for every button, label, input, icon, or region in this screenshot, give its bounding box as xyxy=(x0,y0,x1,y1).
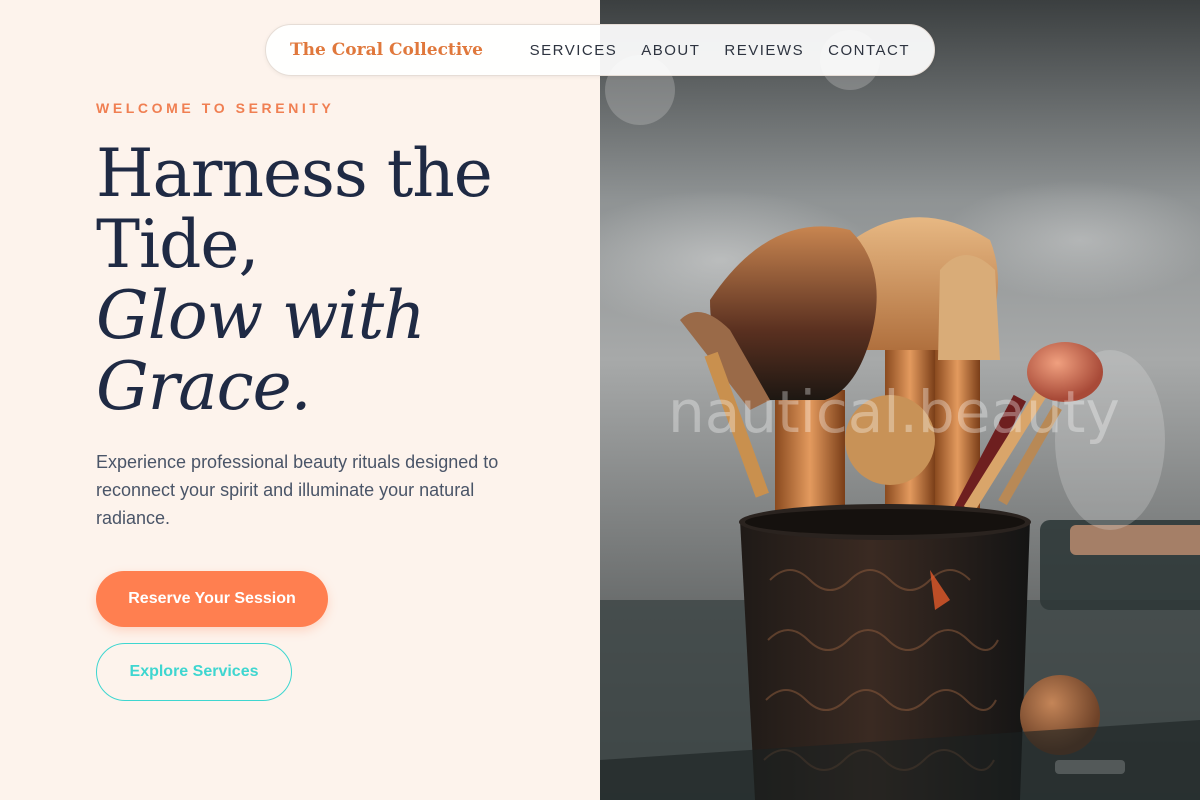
headline-line-1: Harness the Tide, xyxy=(96,135,493,283)
hero-eyebrow: WELCOME TO SERENITY xyxy=(96,100,335,116)
hero-content-panel: WELCOME TO SERENITY Harness the Tide, Gl… xyxy=(0,0,600,800)
nav-link-about[interactable]: ABOUT xyxy=(641,42,700,59)
reserve-session-button[interactable]: Reserve Your Session xyxy=(96,571,328,627)
nav-link-reviews[interactable]: REVIEWS xyxy=(724,42,804,59)
landing-page: WELCOME TO SERENITY Harness the Tide, Gl… xyxy=(0,0,1200,800)
brand-logo[interactable]: The Coral Collective xyxy=(290,40,483,60)
hero-description: Experience professional beauty rituals d… xyxy=(96,452,499,528)
image-watermark: nautical.beauty xyxy=(668,378,1120,446)
nav-link-contact[interactable]: CONTACT xyxy=(828,42,910,59)
explore-services-button[interactable]: Explore Services xyxy=(96,643,292,701)
headline-line-2: Glow with Grace. xyxy=(96,277,426,425)
top-navigation-bar: The Coral Collective SERVICES ABOUT REVI… xyxy=(265,24,935,76)
hero-headline: Harness the Tide, Glow with Grace. xyxy=(96,138,566,422)
nav-link-services[interactable]: SERVICES xyxy=(530,42,618,59)
nav-links: SERVICES ABOUT REVIEWS CONTACT xyxy=(530,42,910,59)
